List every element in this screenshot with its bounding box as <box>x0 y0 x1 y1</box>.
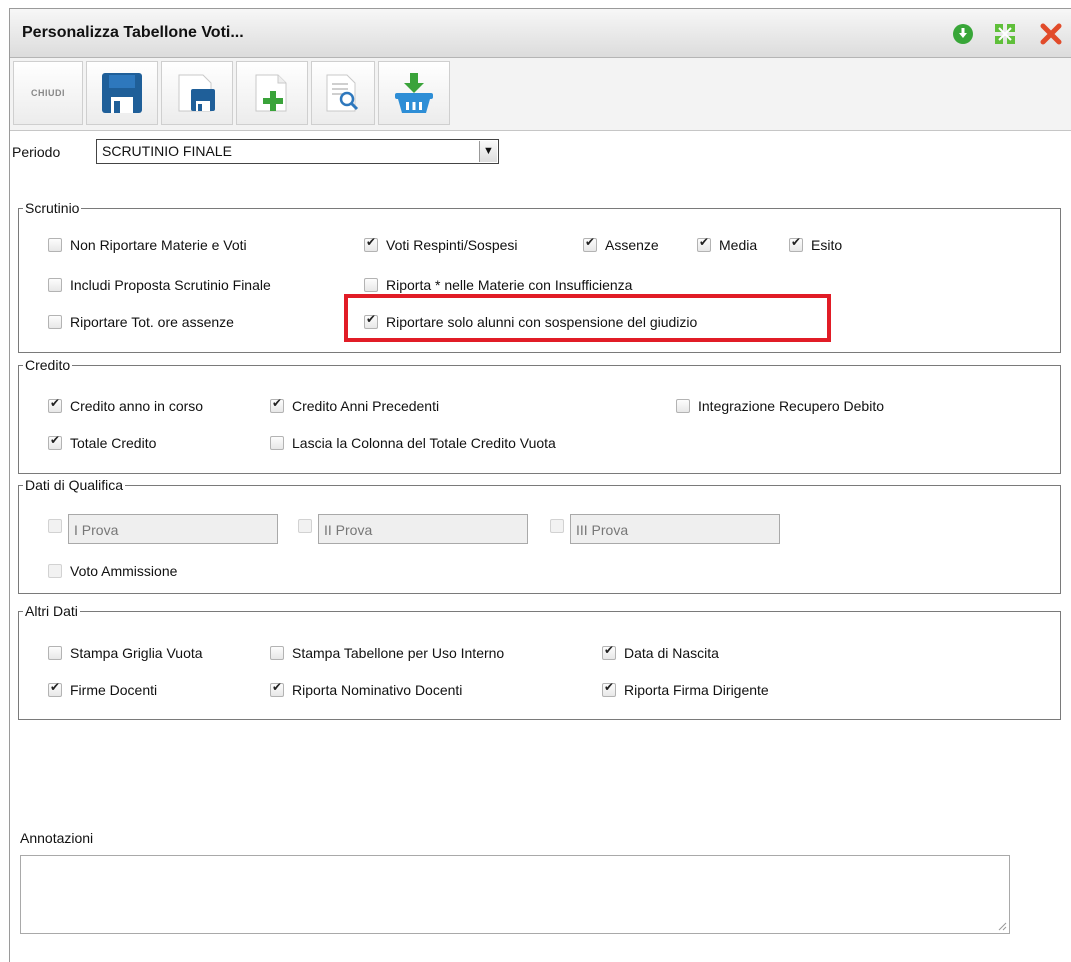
periodo-label: Periodo <box>12 144 61 160</box>
checkbox-colonna-vuota[interactable]: Lascia la Colonna del Totale Credito Vuo… <box>270 435 556 451</box>
basket-download-icon <box>395 73 433 113</box>
checkbox-box[interactable] <box>789 235 803 252</box>
credito-fieldset: Credito <box>18 357 1061 474</box>
checkbox-label: Stampa Griglia Vuota <box>70 645 203 661</box>
checkbox-box[interactable] <box>270 646 284 660</box>
periodo-select[interactable]: SCRUTINIO FINALE ▼ <box>96 139 499 164</box>
checkbox-tot-ore-assenze[interactable]: Riportare Tot. ore assenze <box>48 314 234 330</box>
checkbox-griglia-vuota[interactable]: Stampa Griglia Vuota <box>48 645 203 661</box>
checkbox-label: Data di Nascita <box>624 645 719 661</box>
minimize-circle-icon[interactable] <box>952 23 974 45</box>
annotazioni-textarea[interactable] <box>20 855 1010 934</box>
altri-dati-fieldset: Altri Dati <box>18 603 1061 720</box>
checkbox-label: Riporta Firma Dirigente <box>624 682 769 698</box>
title-bar: Personalizza Tabellone Voti... <box>10 9 1071 58</box>
chevron-down-icon[interactable]: ▼ <box>479 141 497 162</box>
checkbox-voto-ammissione[interactable]: Voto Ammissione <box>48 563 177 579</box>
checkbox-firma-dirigente[interactable]: Riporta Firma Dirigente <box>602 680 769 698</box>
checkbox-box[interactable] <box>676 399 690 413</box>
save-as-button[interactable] <box>161 61 233 125</box>
checkbox-box[interactable] <box>270 436 284 450</box>
checkbox-box[interactable] <box>48 646 62 660</box>
checkbox-label: Credito anno in corso <box>70 398 204 414</box>
checkbox-label: Stampa Tabellone per Uso Interno <box>292 645 505 661</box>
checkbox-riporta-asterisco[interactable]: Riporta * nelle Materie con Insufficienz… <box>364 277 632 293</box>
checkbox-label: Riporta * nelle Materie con Insufficienz… <box>386 277 633 293</box>
checkbox-label: Esito <box>811 237 843 253</box>
checkbox-label: Voto Ammissione <box>70 563 178 579</box>
checkbox-integrazione-recupero[interactable]: Integrazione Recupero Debito <box>676 398 884 414</box>
checkbox-box[interactable] <box>48 680 62 697</box>
checkbox-box[interactable] <box>270 680 284 697</box>
checkbox-data-nascita[interactable]: Data di Nascita <box>602 643 719 661</box>
checkbox-box[interactable] <box>48 315 62 329</box>
checkbox-label: Integrazione Recupero Debito <box>698 398 885 414</box>
checkbox-voti-respinti[interactable]: Voti Respinti/Sospesi <box>364 235 518 253</box>
checkbox-media[interactable]: Media <box>697 235 758 253</box>
credito-legend: Credito <box>25 357 71 373</box>
preview-button[interactable] <box>311 61 375 125</box>
checkbox-prova-1[interactable] <box>48 519 62 533</box>
checkbox-label: Includi Proposta Scrutinio Finale <box>70 277 271 293</box>
checkbox-box[interactable] <box>48 238 62 252</box>
altri-dati-legend: Altri Dati <box>25 603 78 619</box>
checkbox-firme-docenti[interactable]: Firme Docenti <box>48 680 158 698</box>
scrutinio-legend: Scrutinio <box>25 200 80 216</box>
annotazioni-label: Annotazioni <box>20 830 94 846</box>
checkbox-box[interactable] <box>270 396 284 413</box>
close-icon[interactable] <box>1040 23 1062 45</box>
checkbox-box[interactable] <box>48 396 62 413</box>
checkbox-label: Riporta Nominativo Docenti <box>292 682 463 698</box>
checkbox-totale-credito[interactable]: Totale Credito <box>48 433 157 451</box>
resize-grip-icon[interactable] <box>997 921 1007 931</box>
maximize-icon[interactable] <box>994 23 1016 45</box>
floppy-disk-icon <box>102 73 142 113</box>
export-button[interactable] <box>378 61 450 125</box>
checkbox-non-riportare-materie[interactable]: Non Riportare Materie e Voti <box>48 237 247 253</box>
checkbox-box[interactable] <box>364 278 378 292</box>
checkbox-includi-proposta[interactable]: Includi Proposta Scrutinio Finale <box>48 277 271 293</box>
periodo-value: SCRUTINIO FINALE <box>102 143 232 159</box>
checkbox-uso-interno[interactable]: Stampa Tabellone per Uso Interno <box>270 645 504 661</box>
highlight-box <box>344 294 831 342</box>
prova-3-field[interactable]: III Prova <box>570 514 780 544</box>
checkbox-assenze[interactable]: Assenze <box>583 235 659 253</box>
checkbox-label: Firme Docenti <box>70 682 158 698</box>
prova-2-field[interactable]: II Prova <box>318 514 528 544</box>
checkbox-credito-anno[interactable]: Credito anno in corso <box>48 396 204 414</box>
checkbox-box[interactable] <box>48 564 62 578</box>
save-as-icon <box>178 74 215 112</box>
add-document-icon <box>255 74 287 112</box>
checkbox-label: Riportare Tot. ore assenze <box>70 314 234 330</box>
checkbox-label: Lascia la Colonna del Totale Credito Vuo… <box>292 435 556 451</box>
new-button[interactable] <box>236 61 308 125</box>
checkbox-label: Media <box>719 237 758 253</box>
dialog-title: Personalizza Tabellone Voti... <box>22 24 244 41</box>
checkbox-box[interactable] <box>583 235 597 252</box>
prova-1-field[interactable]: I Prova <box>68 514 278 544</box>
checkbox-label: Assenze <box>605 237 659 253</box>
close-button-label: CHIUDI <box>31 88 65 98</box>
checkbox-box[interactable] <box>697 235 711 252</box>
save-button[interactable] <box>86 61 158 125</box>
checkbox-box[interactable] <box>48 278 62 292</box>
checkbox-box[interactable] <box>602 680 616 697</box>
toolbar: CHIUDI <box>10 58 1071 131</box>
checkbox-label: Non Riportare Materie e Voti <box>70 237 247 253</box>
checkbox-label: Credito Anni Precedenti <box>292 398 440 414</box>
checkbox-box[interactable] <box>364 235 378 252</box>
close-button[interactable]: CHIUDI <box>13 61 83 125</box>
checkbox-box[interactable] <box>48 433 62 450</box>
qualifica-legend: Dati di Qualifica <box>25 477 124 493</box>
document-search-icon <box>326 74 359 112</box>
checkbox-label: Totale Credito <box>70 435 157 451</box>
checkbox-label: Voti Respinti/Sospesi <box>386 237 518 253</box>
checkbox-credito-anni-precedenti[interactable]: Credito Anni Precedenti <box>270 396 440 414</box>
checkbox-prova-3[interactable] <box>550 519 564 533</box>
checkbox-esito[interactable]: Esito <box>789 235 843 253</box>
checkbox-nominativo-docenti[interactable]: Riporta Nominativo Docenti <box>270 680 463 698</box>
checkbox-prova-2[interactable] <box>298 519 312 533</box>
checkbox-box[interactable] <box>602 643 616 660</box>
